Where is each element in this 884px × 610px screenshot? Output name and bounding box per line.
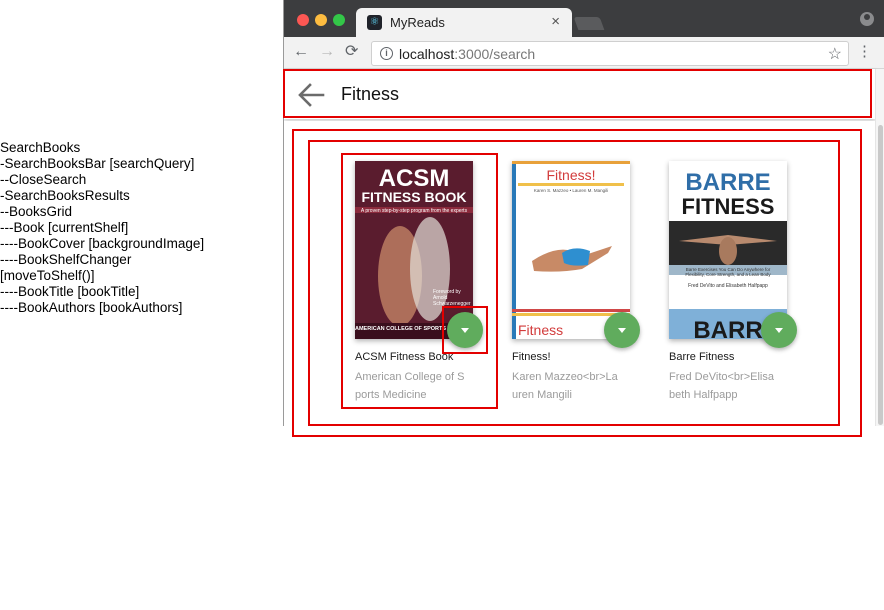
info-icon[interactable]: i <box>380 47 393 60</box>
annotation-line: -SearchBooksBar [searchQuery] <box>0 156 195 171</box>
annotation-line: ----BookTitle [bookTitle] <box>0 284 140 299</box>
book-title: Fitness! <box>512 351 551 363</box>
book-shelf-changer[interactable] <box>447 312 483 348</box>
annotation-line: --CloseSearch <box>0 172 87 187</box>
title-bar: ⚛ MyReads × <box>284 0 884 37</box>
book-cover[interactable]: ACSM FITNESS BOOK A proven step-by-step … <box>355 161 473 339</box>
browser-toolbar: ← → ⟳ i localhost:3000/search ☆ ⋮ <box>284 37 884 69</box>
back-arrow-icon <box>298 83 325 107</box>
cover-authors: Karen S. Mazzeo • Lauren M. Mangili <box>533 188 609 193</box>
cover-title-line2: FITNESS <box>681 194 775 219</box>
annotation-line: [moveToShelf()] <box>0 268 95 283</box>
cover-foreword: Foreword by Arnold Schwarzenegger <box>433 289 471 307</box>
profile-icon[interactable] <box>860 12 874 26</box>
annotation-line: SearchBooks <box>0 140 81 155</box>
close-search-button[interactable] <box>296 81 326 109</box>
reload-icon[interactable]: ⟳ <box>345 42 358 62</box>
annotation-line: -SearchBooksResults <box>0 188 130 203</box>
bookmark-star-icon[interactable]: ☆ <box>828 44 842 64</box>
browser-tab[interactable]: ⚛ MyReads × <box>356 8 572 37</box>
page-scrollbar[interactable] <box>875 69 884 426</box>
url-path: :3000/search <box>454 46 536 62</box>
book-shelf-changer[interactable] <box>604 312 640 348</box>
tab-title: MyReads <box>390 15 445 30</box>
book-authors: Karen Mazzeo<br>Lauren Mangili <box>512 371 618 401</box>
book-title: Barre Fitness <box>669 351 735 363</box>
book-authors: Fred DeVito<br>Elisabeth Halfpapp <box>669 371 774 401</box>
cover-title-line1: BARRE <box>685 169 771 196</box>
back-arrow-icon[interactable]: ← <box>293 42 309 62</box>
cover-tagline: A proven step-by-step program from the e… <box>360 208 468 214</box>
browser-window: ⚛ MyReads × ← → ⟳ i localhost:3000/searc… <box>283 0 884 426</box>
search-books-bar: Fitness <box>284 69 876 119</box>
cover-title-line2: FITNESS BOOK <box>361 189 467 205</box>
page-content: Fitness ACSM FITNESS BOOK A proven step-… <box>284 69 876 426</box>
minimize-window-button[interactable] <box>315 14 327 26</box>
book-cover[interactable]: BARRE FITNESS Barre Exercises You Can Do… <box>669 161 787 339</box>
scrollbar-thumb[interactable] <box>878 125 883 425</box>
tab-close-icon[interactable]: × <box>551 13 560 31</box>
forward-arrow-icon[interactable]: → <box>319 42 335 62</box>
book-authors: American College of Sports Medicine <box>355 371 465 401</box>
cover-bottom-title: Fitness <box>518 322 564 338</box>
search-books-results: ACSM FITNESS BOOK A proven step-by-step … <box>284 121 876 426</box>
book-cover[interactable]: Fitness! Karen S. Mazzeo • Lauren M. Man… <box>512 161 630 339</box>
address-bar[interactable]: i localhost:3000/search ☆ <box>371 41 849 66</box>
annotation-line: ----BookAuthors [bookAuthors] <box>0 300 183 315</box>
new-tab-button[interactable] <box>573 17 605 30</box>
annotation-line: ---Book [currentShelf] <box>0 220 129 235</box>
cover-subtitle: Barre Exercises You Can Do Anywhere for … <box>685 267 771 277</box>
annotation-line: ----BookCover [backgroundImage] <box>0 236 205 251</box>
cover-byline: Fred DeVito and Elisabeth Halfpapp <box>688 283 768 289</box>
url-host: localhost <box>399 46 455 62</box>
maximize-window-button[interactable] <box>333 14 345 26</box>
close-window-button[interactable] <box>297 14 309 26</box>
search-input[interactable]: Fitness <box>341 84 399 105</box>
cover-title: Fitness! <box>546 167 596 183</box>
annotation-line: --BooksGrid <box>0 204 73 219</box>
component-tree-annotation: SearchBooks -SearchBooksBar [searchQuery… <box>0 140 282 316</box>
url-text[interactable]: localhost:3000/search <box>399 46 535 62</box>
book-title: ACSM Fitness Book <box>355 351 454 363</box>
kebab-menu-icon[interactable]: ⋮ <box>857 43 872 61</box>
annotation-line: ----BookShelfChanger <box>0 252 132 267</box>
react-favicon-icon: ⚛ <box>367 15 382 30</box>
book-shelf-changer[interactable] <box>761 312 797 348</box>
